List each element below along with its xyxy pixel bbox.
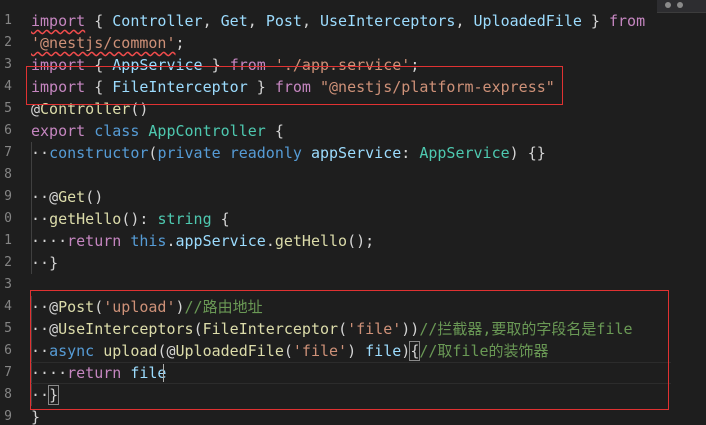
code-punctuation: { [85,12,113,30]
line-number: 5 [4,321,12,336]
code-identifier: UploadedFile [473,12,582,30]
line-number: 8 [4,167,12,182]
code-type: AppService [419,144,510,162]
code-function: Get [58,188,86,206]
code-punctuation: @ [49,188,59,206]
code-punctuation: } [581,12,609,30]
code-punctuation [221,144,230,162]
code-function: getHello [274,232,348,250]
code-punctuation: () [85,188,104,206]
code-type: AppController [148,122,266,140]
code-punctuation: , [455,12,474,30]
line-number: 2 [4,255,12,270]
code-keyword: from [609,12,646,30]
line-number: 6 [4,123,12,138]
line-number: 6 [4,343,12,358]
code-punctuation [121,232,130,250]
panel-dot-icon [665,2,671,8]
code-editor[interactable]: 1 2 3 4 5 6 7 8 9 0 1 2 3 4 5 6 7 8 9 import { Controller,… [0,0,706,425]
line-number: 5 [4,101,12,116]
panel-dot-icon [677,2,683,8]
line-number: 1 [4,233,12,248]
code-line[interactable]: ··@Get() [31,186,103,208]
code-line[interactable]: ··} [31,252,58,274]
code-punctuation: ; [175,34,185,52]
code-punctuation [302,144,311,162]
code-type: string [157,210,212,228]
editor-top-panel [657,0,706,13]
code-punctuation [85,122,94,140]
code-identifier: appService [175,232,266,250]
code-keyword: return [67,232,122,250]
code-line[interactable]: ··getHello(): string { [31,208,230,230]
line-number: 7 [4,145,12,160]
code-keyword: this [130,232,167,250]
annotation-box-upload [30,290,669,410]
code-keyword: class [94,122,140,140]
code-identifier: Controller [112,12,203,30]
code-line[interactable]: import { Controller, Get, Post, UseInter… [31,10,645,32]
code-punctuation: { [265,122,284,140]
whitespace-marker: ·· [31,188,50,206]
code-keyword: constructor [49,144,149,162]
code-keyword: import [31,12,86,30]
line-number: 9 [4,189,12,204]
code-punctuation: } [49,254,59,272]
code-punctuation: . [166,232,176,250]
line-number: 0 [4,211,12,226]
line-number: 7 [4,365,12,380]
code-punctuation: (): [121,210,158,228]
code-line[interactable]: ····return this.appService.getHello(); [31,230,374,252]
whitespace-marker: ·· [31,144,50,162]
code-line[interactable]: '@nestjs/common'; [31,32,185,54]
code-punctuation: , [247,12,266,30]
line-number: 4 [4,299,12,314]
code-punctuation: . [265,232,275,250]
text-cursor [163,364,164,382]
code-keyword: private [157,144,221,162]
code-punctuation: , [301,12,320,30]
code-punctuation: : [401,144,420,162]
line-number: 9 [4,409,12,424]
code-punctuation: } [31,408,41,425]
line-number: 1 [4,13,12,28]
line-number: 2 [4,35,12,50]
code-punctuation: (); [347,232,375,250]
line-number: 3 [4,277,12,292]
code-line[interactable]: export class AppController { [31,120,284,142]
whitespace-marker: ·· [31,210,50,228]
code-function: getHello [49,210,122,228]
code-keyword: readonly [229,144,302,162]
code-line[interactable]: ··constructor(private readonly appServic… [31,142,546,164]
code-string: '@nestjs/common' [31,34,176,52]
annotation-box-import [26,66,563,105]
line-number: 8 [4,387,12,402]
whitespace-marker: ·· [31,254,50,272]
line-number: 3 [4,57,12,72]
code-identifier: appService [310,144,402,162]
code-punctuation: ) {} [509,144,546,162]
code-identifier: UseInterceptors [320,12,456,30]
whitespace-marker: ···· [31,232,68,250]
line-number: 4 [4,79,12,94]
code-identifier: Post [265,12,302,30]
code-punctuation: , [202,12,221,30]
code-identifier: Get [220,12,248,30]
code-punctuation: { [211,210,230,228]
code-keyword: export [31,122,86,140]
